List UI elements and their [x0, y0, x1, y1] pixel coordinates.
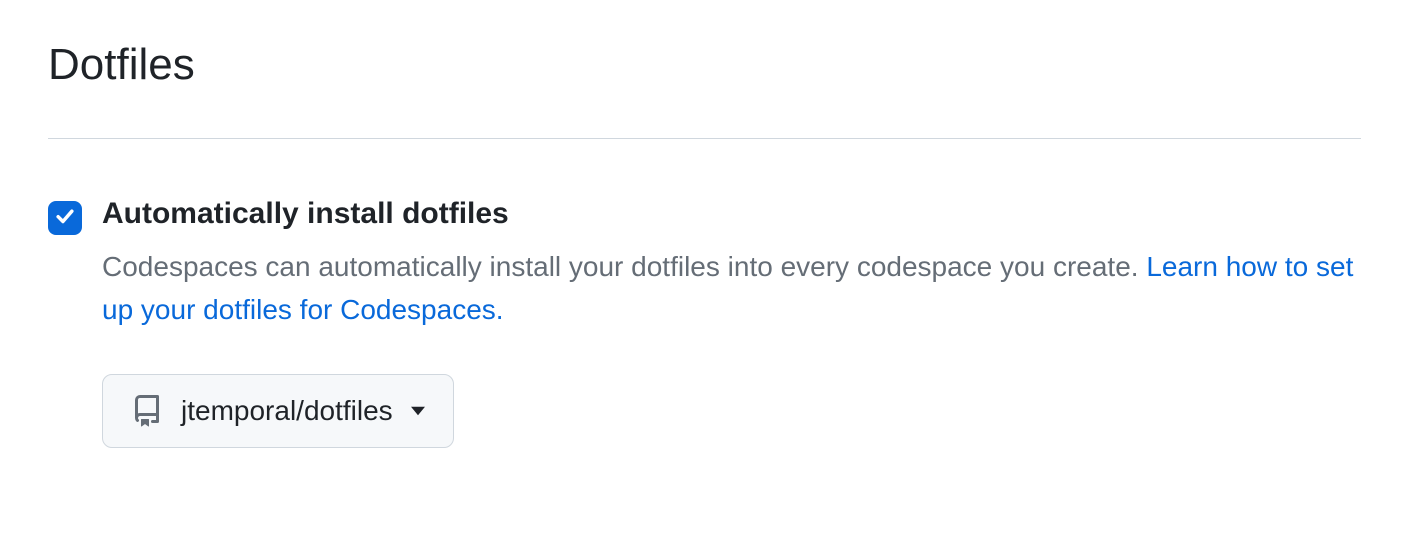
- setting-description-text: Codespaces can automatically install you…: [102, 251, 1146, 282]
- auto-install-checkbox[interactable]: [48, 201, 82, 235]
- caret-down-icon: [411, 404, 425, 418]
- setting-label: Automatically install dotfiles: [102, 197, 1361, 231]
- check-icon: [54, 205, 76, 232]
- setting-row: Automatically install dotfiles Codespace…: [48, 197, 1361, 448]
- section-divider: [48, 138, 1361, 139]
- repo-selector-value: jtemporal/dotfiles: [181, 395, 393, 427]
- repo-icon: [131, 395, 163, 427]
- repo-selector[interactable]: jtemporal/dotfiles: [102, 374, 454, 448]
- setting-body: Automatically install dotfiles Codespace…: [102, 197, 1361, 448]
- checkbox-wrap: [48, 197, 82, 235]
- setting-description: Codespaces can automatically install you…: [102, 245, 1361, 332]
- page-title: Dotfiles: [48, 40, 1361, 90]
